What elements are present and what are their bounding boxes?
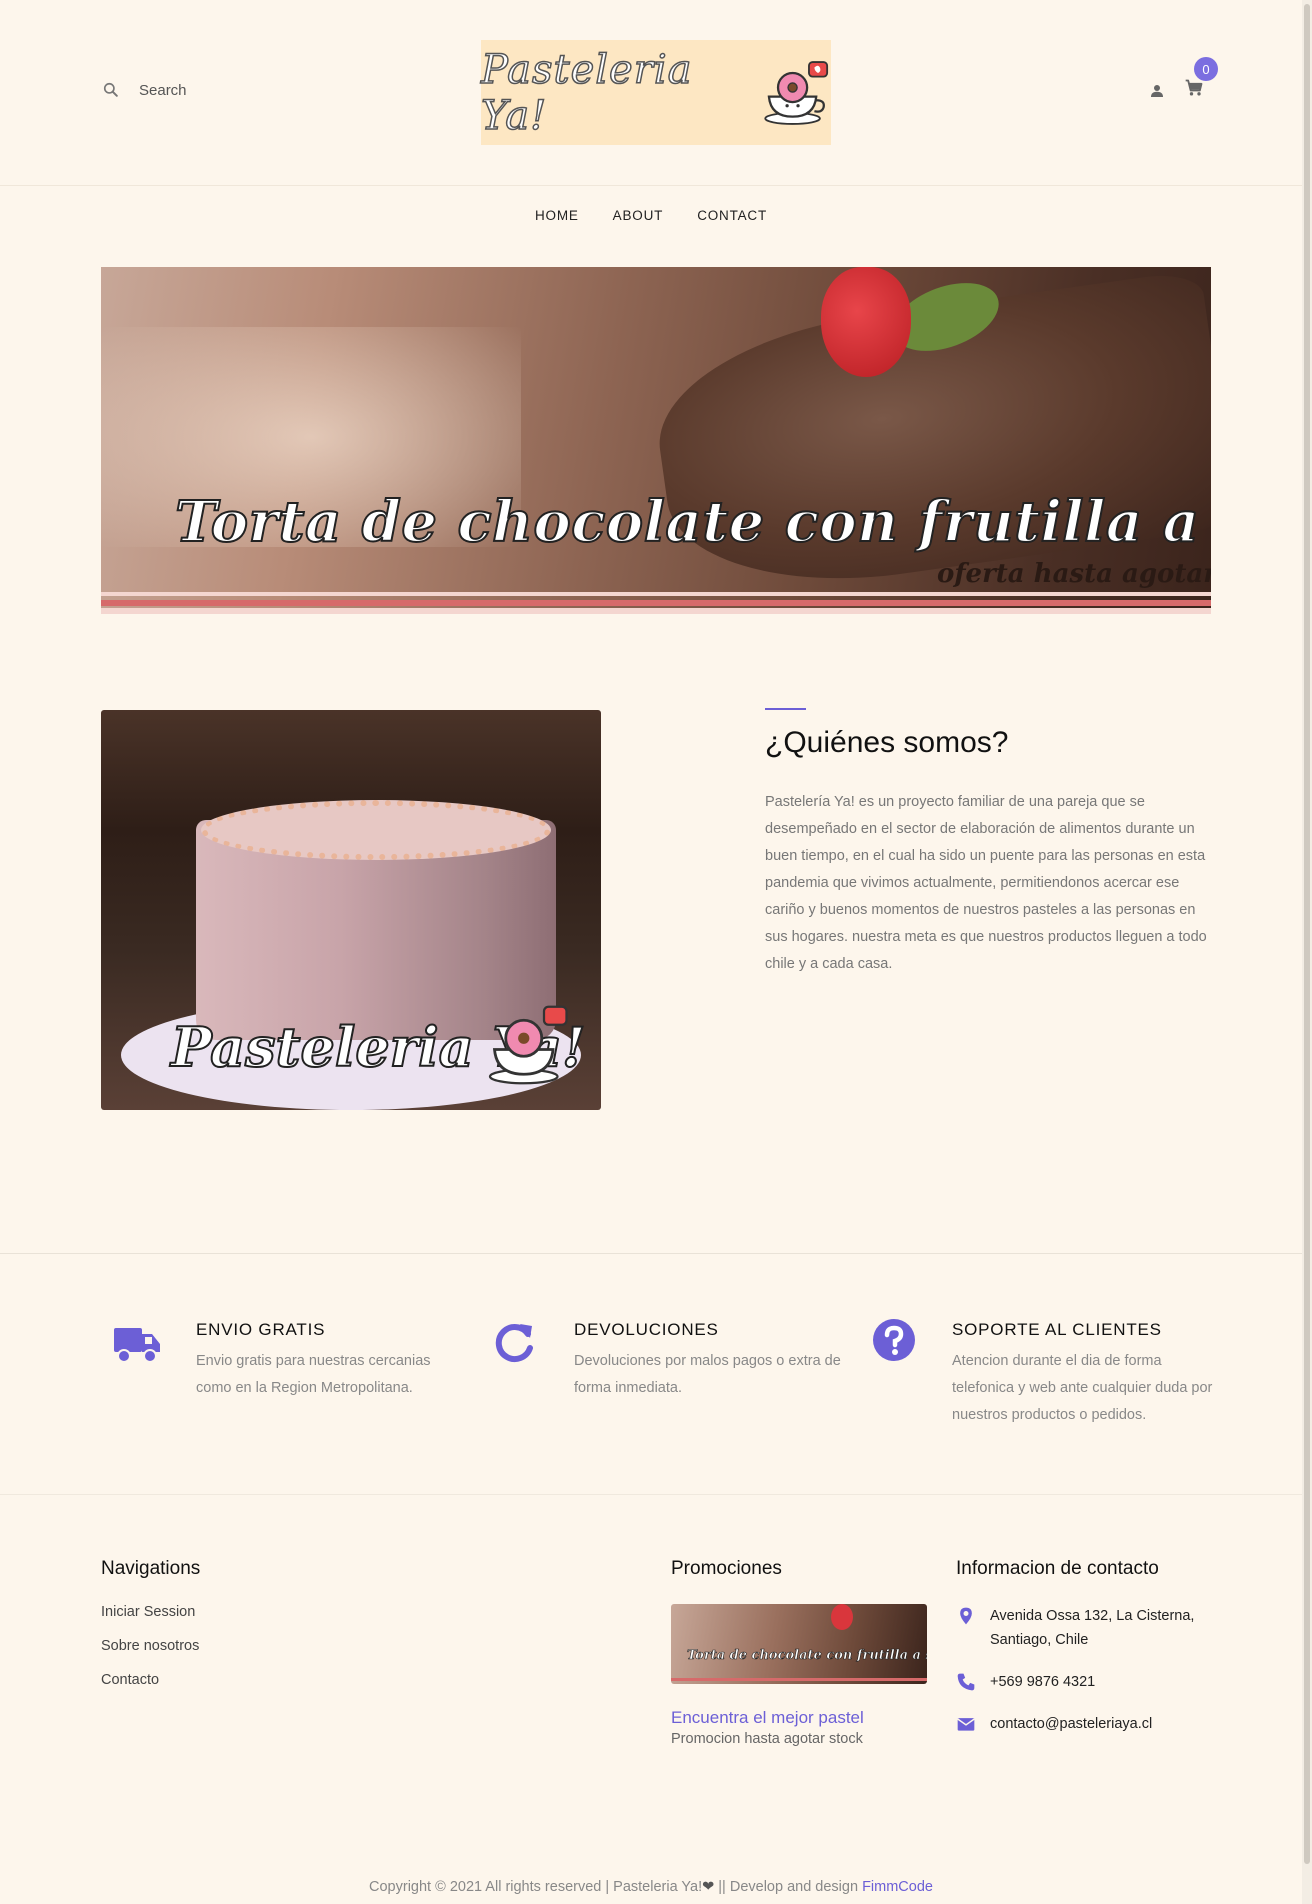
promo-banner[interactable]: Torta de chocolate con frutilla a solo $… bbox=[101, 267, 1211, 614]
banner-subtitle: oferta hasta agotar stock bbox=[937, 559, 1211, 589]
banner-stripe bbox=[671, 1678, 927, 1681]
donut-cup-icon bbox=[764, 60, 829, 125]
copyright-text: Copyright © 2021 All rights reserved | P… bbox=[369, 1879, 703, 1895]
search-input[interactable] bbox=[139, 81, 319, 99]
footer-navigations: Navigations Iniciar Session Sobre nosotr… bbox=[101, 1558, 401, 1688]
promo-subtitle: Promocion hasta agotar stock bbox=[671, 1731, 863, 1747]
header-icons: 0 bbox=[1148, 57, 1218, 103]
footer-link-about[interactable]: Sobre nosotros bbox=[101, 1638, 401, 1654]
copyright: Copyright © 2021 All rights reserved | P… bbox=[0, 1879, 1302, 1895]
logo-text: Pasteleria Ya! bbox=[480, 46, 693, 140]
footer-link-login[interactable]: Iniciar Session bbox=[101, 1604, 401, 1620]
footer-promociones: Promociones Torta de chocolate con fruti… bbox=[671, 1558, 941, 1747]
promo-thumbnail[interactable]: Torta de chocolate con frutilla a solo $… bbox=[671, 1604, 927, 1684]
user-icon[interactable] bbox=[1148, 82, 1166, 100]
contact-address: Avenida Ossa 132, La Cisterna, Santiago,… bbox=[956, 1604, 1216, 1652]
banner-title: Torta de chocolate con frutilla a solo $… bbox=[174, 488, 1211, 556]
banner-stripe bbox=[101, 600, 1211, 606]
search-box[interactable] bbox=[101, 80, 319, 100]
feature-title: DEVOLUCIONES bbox=[574, 1320, 719, 1339]
heart-icon: ❤ bbox=[702, 1879, 715, 1895]
site-logo[interactable]: Pasteleria Ya! bbox=[480, 40, 831, 145]
footer-contacto: Informacion de contacto Avenida Ossa 132… bbox=[956, 1558, 1216, 1736]
promo-link[interactable]: Encuentra el mejor pastel bbox=[671, 1708, 941, 1728]
feature-title: SOPORTE AL CLIENTES bbox=[952, 1320, 1162, 1339]
contact-address-text: Avenida Ossa 132, La Cisterna, Santiago,… bbox=[990, 1608, 1195, 1648]
feature-text: Devoluciones por malos pagos o extra de … bbox=[574, 1353, 841, 1396]
strawberry-image bbox=[821, 267, 911, 377]
footer-link-contact[interactable]: Contacto bbox=[101, 1672, 401, 1688]
search-icon[interactable] bbox=[101, 80, 121, 100]
developer-link[interactable]: FimmCode bbox=[862, 1879, 933, 1895]
footer-nav-links: Iniciar Session Sobre nosotros Contacto bbox=[101, 1604, 401, 1688]
strawberry-image bbox=[831, 1604, 853, 1630]
map-marker-icon bbox=[960, 1607, 972, 1625]
contact-email-text: contacto@pasteleriaya.cl bbox=[990, 1716, 1153, 1732]
phone-icon bbox=[957, 1673, 975, 1691]
main-nav: HOME ABOUT CONTACT bbox=[0, 208, 1302, 223]
features-section: ENVIO GRATIS Envio gratis para nuestras … bbox=[0, 1253, 1302, 1495]
nav-about[interactable]: ABOUT bbox=[613, 208, 664, 223]
donut-cup-icon bbox=[488, 1005, 568, 1085]
cart-button[interactable]: 0 bbox=[1184, 57, 1218, 103]
site-header: Pasteleria Ya! 0 bbox=[0, 0, 1302, 186]
feature-text: Atencion durante el dia de forma telefon… bbox=[952, 1353, 1213, 1423]
feature-text: Envio gratis para nuestras cercanias com… bbox=[196, 1353, 431, 1396]
footer-heading: Informacion de contacto bbox=[956, 1558, 1159, 1579]
about-text: Pastelería Ya! es un proyecto familiar d… bbox=[765, 794, 1207, 972]
page-scrollbar[interactable] bbox=[1302, 0, 1312, 1904]
about-title: ¿Quiénes somos? bbox=[765, 726, 1009, 759]
question-icon bbox=[873, 1319, 915, 1361]
copyright-mid: || Develop and design bbox=[714, 1879, 863, 1895]
truck-icon bbox=[114, 1328, 160, 1363]
refresh-icon bbox=[495, 1324, 533, 1363]
footer-heading: Promociones bbox=[671, 1558, 782, 1579]
contact-email: contacto@pasteleriaya.cl bbox=[956, 1712, 1216, 1736]
envelope-icon bbox=[957, 1718, 975, 1731]
promo-thumbnail-text: Torta de chocolate con frutilla a solo $… bbox=[687, 1648, 927, 1664]
section-accent-line bbox=[765, 708, 806, 710]
cake-top bbox=[201, 800, 551, 860]
scrollbar-thumb[interactable] bbox=[1304, 4, 1310, 1864]
cart-count-badge: 0 bbox=[1194, 57, 1218, 81]
contact-phone-text: +569 9876 4321 bbox=[990, 1674, 1096, 1690]
contact-phone: +569 9876 4321 bbox=[956, 1670, 1216, 1694]
footer-heading: Navigations bbox=[101, 1558, 201, 1579]
nav-home[interactable]: HOME bbox=[535, 208, 579, 223]
cart-icon[interactable] bbox=[1184, 78, 1204, 98]
banner-stripe bbox=[101, 592, 1211, 596]
feature-title: ENVIO GRATIS bbox=[196, 1320, 326, 1339]
about-image: Pasteleria Ya! bbox=[101, 710, 601, 1110]
banner-stripe bbox=[101, 608, 1211, 614]
nav-contact[interactable]: CONTACT bbox=[697, 208, 767, 223]
